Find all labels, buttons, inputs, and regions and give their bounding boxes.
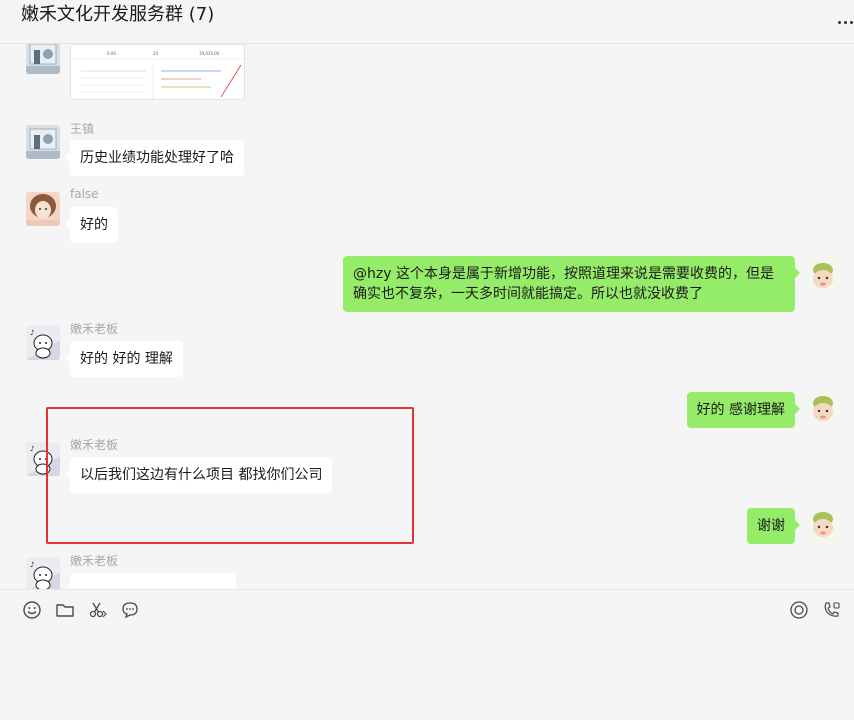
avatar[interactable]: ♪: [26, 326, 60, 360]
input-toolbar: [0, 589, 854, 719]
folder-icon[interactable]: [55, 600, 75, 620]
svg-text:♪: ♪: [30, 329, 34, 337]
message-bubble[interactable]: 好的: [65, 207, 118, 243]
message-image: 0.00 24 19,035.00: [0, 44, 854, 114]
avatar[interactable]: ♪: [26, 558, 60, 589]
live-icon[interactable]: [789, 600, 809, 620]
message-list[interactable]: 0.00 24 19,035.00 王镇 历史业绩功能处理好了哈 false 好…: [0, 44, 854, 589]
avatar[interactable]: [806, 259, 840, 293]
message-item: false 好的: [0, 187, 854, 249]
chat-bubble-icon[interactable]: [120, 600, 140, 620]
emoji-icon[interactable]: [22, 600, 42, 620]
message-bubble[interactable]: 好的 好的 理解: [65, 341, 183, 377]
video-call-icon[interactable]: [822, 600, 842, 620]
avatar[interactable]: [26, 44, 60, 74]
more-options-icon[interactable]: [838, 4, 854, 28]
message-bubble[interactable]: @hzy 这个本身是属于新增功能，按照道理来说是需要收费的，但是确实也不复杂，一…: [343, 256, 800, 312]
scissors-icon[interactable]: [88, 600, 108, 620]
highlight-annotation-box: [46, 407, 414, 544]
message-bubble[interactable]: 好的 感谢理解: [686, 392, 801, 428]
sender-name: 嫩禾老板: [70, 322, 119, 336]
avatar[interactable]: [806, 392, 840, 426]
chat-title: 嫩禾文化开发服务群 (7): [21, 4, 215, 25]
message-bubble[interactable]: 谢谢: [747, 508, 800, 544]
chat-header: 嫩禾文化开发服务群 (7): [0, 0, 854, 44]
svg-text:♪: ♪: [30, 561, 34, 569]
avatar[interactable]: [26, 125, 60, 159]
sender-name: false: [70, 187, 99, 201]
sender-name: 王镇: [70, 122, 95, 136]
thumb-stat-3: 19,035.00: [199, 51, 220, 56]
svg-text:♪: ♪: [30, 445, 34, 453]
shared-screenshot-image[interactable]: 0.00 24 19,035.00: [70, 44, 245, 100]
message-item: ♪ 嫩禾老板: [0, 552, 854, 589]
sender-name: 嫩禾老板: [70, 554, 119, 568]
thumb-stat-2: 24: [153, 51, 159, 56]
message-bubble[interactable]: 历史业绩功能处理好了哈: [65, 140, 244, 176]
message-item-self: @hzy 这个本身是属于新增功能，按照道理来说是需要收费的，但是确实也不复杂，一…: [0, 254, 854, 314]
message-bubble[interactable]: [65, 573, 236, 589]
message-item: ♪ 嫩禾老板 好的 好的 理解: [0, 322, 854, 384]
avatar[interactable]: [26, 192, 60, 226]
thumb-stat-1: 0.00: [107, 51, 116, 56]
message-item: 王镇 历史业绩功能处理好了哈: [0, 120, 854, 182]
message-input[interactable]: [0, 630, 854, 720]
avatar[interactable]: [806, 508, 840, 542]
